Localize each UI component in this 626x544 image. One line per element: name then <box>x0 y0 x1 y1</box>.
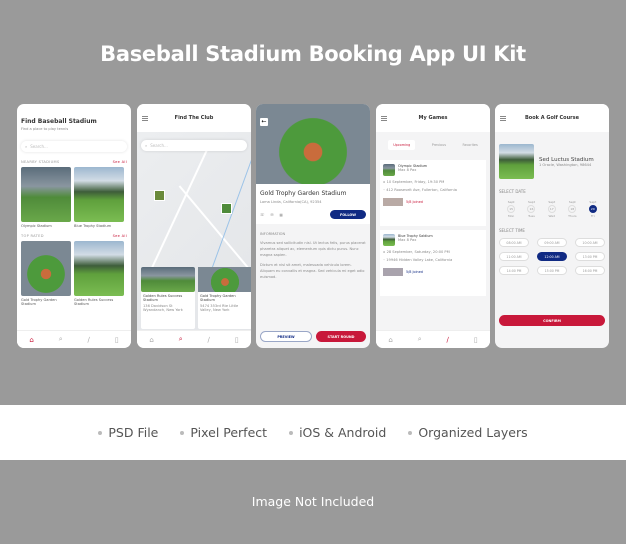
home-icon[interactable]: ⌂ <box>29 336 33 344</box>
footer-note: Image Not Included <box>251 494 375 509</box>
search-icon: ⌕ <box>145 143 148 148</box>
game-card[interactable]: Olympic Stadium Max 8 Pax ▫ 10 September,… <box>380 160 486 226</box>
club-card[interactable]: Golden Rules Success Stadium 136 Davidson… <box>141 267 195 329</box>
section-label: INFORMATION <box>260 232 286 236</box>
phone-icon[interactable]: ☏ <box>260 213 265 217</box>
section-label: TOP RATED <box>21 234 44 238</box>
joined-count: 5/8 Joined <box>406 200 423 204</box>
club-card[interactable]: Gold Trophy Garden Stadium 5474 353rd Rte… <box>198 267 251 329</box>
feature-item: iOS & Android <box>289 425 386 440</box>
feature-item: Organized Layers <box>408 425 528 440</box>
map-pin[interactable] <box>221 203 232 214</box>
feature-list: PSD File Pixel Perfect iOS & Android Org… <box>0 405 626 460</box>
map-icon[interactable]: ▯ <box>115 336 119 344</box>
stadium-photo <box>499 144 534 179</box>
stadium-name: Gold Trophy Garden Stadium <box>260 190 347 197</box>
date-option[interactable]: Sept 17 Wed <box>547 200 556 218</box>
search-icon[interactable]: ⌕ <box>59 335 63 344</box>
screen-my-games: My Games Upcoming Previous Favorites Oly… <box>376 104 490 348</box>
activity-icon[interactable]: ∕ <box>446 336 448 344</box>
game-card[interactable]: Blue Trophy Saldium Max 8 Pax ▫ 28 Septem… <box>380 230 486 296</box>
stadium-name: Sed Luctus Stadium <box>539 156 594 163</box>
screen-stadium-detail: ← Gold Trophy Garden Stadium Loma Linda,… <box>256 104 370 348</box>
date-option[interactable]: Sept 16 Tues <box>527 200 536 218</box>
map-pin[interactable] <box>154 190 165 201</box>
screen-find-stadium: Find Baseball Stadium Find a place to pl… <box>17 104 131 348</box>
date-option[interactable]: Sept 15 Mon <box>507 200 516 218</box>
see-all-link[interactable]: See All <box>113 234 127 238</box>
time-option[interactable]: 10:00 AM <box>575 238 605 247</box>
time-option[interactable]: 11:00 AM <box>499 252 529 261</box>
page-title: My Games <box>418 115 448 121</box>
screen-find-club: Find The Club ⌕ Search... Golden Rules Su… <box>137 104 251 348</box>
search-input[interactable]: ⌕ Search... <box>21 141 127 152</box>
search-icon[interactable]: ⌕ <box>179 335 183 344</box>
joined-count: 5/8 Joined <box>406 270 423 274</box>
page-subtitle: Find a place to play tennis <box>21 127 69 131</box>
tab-bar: Upcoming Previous Favorites <box>376 132 490 158</box>
date-option[interactable]: Sept 20 Fri <box>588 200 597 218</box>
confirm-button[interactable]: CONFIRM <box>499 315 605 326</box>
avatar-group <box>383 198 403 206</box>
stadium-photo <box>256 104 370 184</box>
stadium-card[interactable]: Blue Trophy Stadium <box>74 167 124 228</box>
banner-title: Baseball Stadium Booking App UI Kit <box>100 42 526 66</box>
time-option[interactable]: 16:00 PM <box>575 266 605 275</box>
bottom-nav: ⌂ ⌕ ∕ ▯ <box>17 330 131 348</box>
preview-button[interactable]: PREVIEW <box>260 331 312 342</box>
date-option[interactable]: Sept 18 Thurs <box>568 200 576 218</box>
info-paragraph: Dictum et nisl sit amet, malesuada vehic… <box>260 263 365 279</box>
map-icon[interactable]: ▯ <box>474 336 478 344</box>
search-icon[interactable]: ⌕ <box>418 335 422 344</box>
menu-icon[interactable] <box>500 116 506 121</box>
feature-item: PSD File <box>98 425 158 440</box>
home-icon[interactable]: ⌂ <box>149 336 153 344</box>
date-picker: Sept 15 Mon Sept 16 Tues Sept 17 Wed Sept 18 Thurs S… <box>495 194 609 218</box>
menu-icon[interactable] <box>142 116 148 121</box>
home-icon[interactable]: ⌂ <box>388 336 392 344</box>
time-option[interactable]: 13:00 PM <box>575 252 605 261</box>
time-option[interactable]: 14:00 PM <box>499 266 529 275</box>
tab-favorites[interactable]: Favorites <box>462 140 477 150</box>
stadium-address: Loma Linda, California(CA), 92354 <box>260 200 322 204</box>
activity-icon[interactable]: ∕ <box>87 336 89 344</box>
stadium-card[interactable]: Gold Trophy Garden Stadium <box>21 241 71 306</box>
follow-button[interactable]: FOLLOW <box>330 210 366 219</box>
section-label: SELECT DATE <box>499 189 526 194</box>
page-title: Book A Golf Course <box>524 115 580 121</box>
stadium-card[interactable]: Olympic Stadium <box>21 167 71 228</box>
time-option[interactable]: 12:00 AM <box>537 252 567 261</box>
start-round-button[interactable]: START ROUND <box>316 331 366 342</box>
see-all-link[interactable]: See All <box>113 160 127 164</box>
map-icon[interactable]: ▯ <box>235 336 239 344</box>
activity-icon[interactable]: ∕ <box>207 336 209 344</box>
time-picker: 08:00 AM 09:00 AM 10:00 AM 11:00 AM 12:00 AM… <box>495 233 609 280</box>
time-option[interactable]: 09:00 AM <box>537 238 567 247</box>
feature-item: Pixel Perfect <box>180 425 267 440</box>
mail-icon[interactable]: ✉ <box>271 213 274 217</box>
tab-upcoming[interactable]: Upcoming <box>388 140 416 150</box>
section-label: SELECT TIME <box>499 228 525 233</box>
menu-icon[interactable] <box>381 116 387 121</box>
section-label: NEARBY STADIUMS <box>21 160 60 164</box>
avatar-group <box>383 268 403 276</box>
info-paragraph: Vivamus sed sollicitudin nisl. Ut lectus… <box>260 241 366 257</box>
calendar-icon[interactable]: ▦ <box>280 213 283 217</box>
back-button[interactable]: ← <box>260 118 268 126</box>
screen-book-course: Book A Golf Course Sed Luctus Stadium 1 O… <box>495 104 609 348</box>
search-icon: ⌕ <box>25 144 28 149</box>
search-input[interactable]: ⌕ Search... <box>141 140 247 151</box>
stadium-card[interactable]: Golden Rules Success Stadium <box>74 241 124 306</box>
page-title: Find Baseball Stadium <box>21 118 97 125</box>
time-option[interactable]: 15:00 PM <box>537 266 567 275</box>
tab-previous[interactable]: Previous <box>432 140 446 150</box>
bottom-nav: ⌂ ⌕ ∕ ▯ <box>137 330 251 348</box>
page-title: Find The Club <box>174 115 214 121</box>
bottom-nav: ⌂ ⌕ ∕ ▯ <box>376 330 490 348</box>
time-option[interactable]: 08:00 AM <box>499 238 529 247</box>
